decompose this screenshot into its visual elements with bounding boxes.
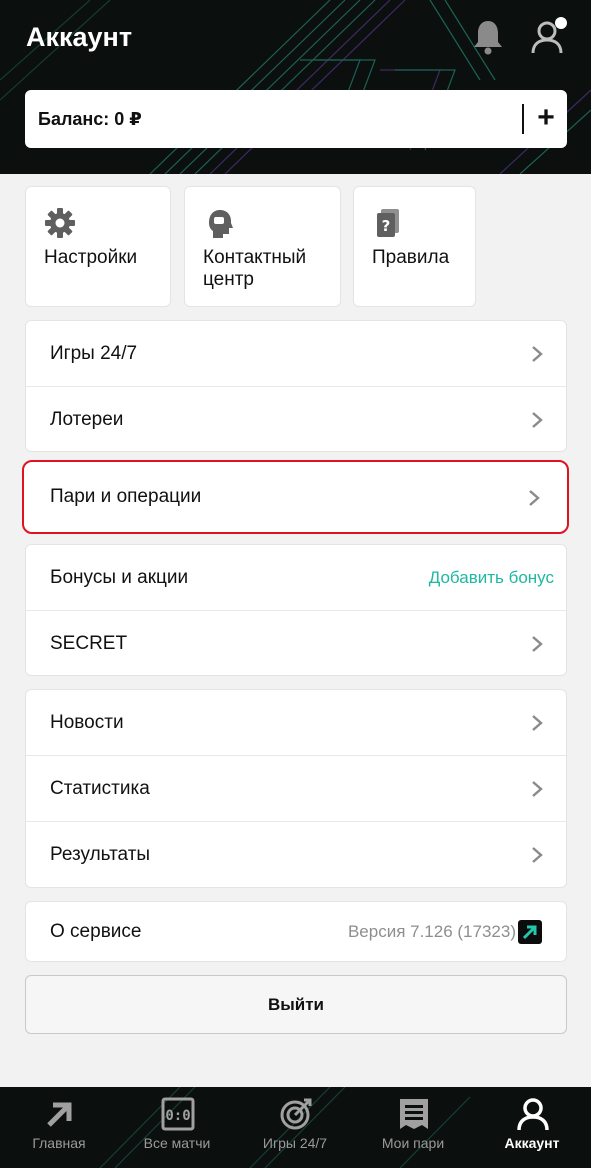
nav-label: Аккаунт xyxy=(504,1135,560,1151)
rules-document-icon: ? xyxy=(372,207,404,239)
about-service-row[interactable]: О сервисе Версия 7.126 (17323) xyxy=(25,901,567,962)
version-text: Версия 7.126 (17323) xyxy=(347,922,516,941)
menu-item-label: SECRET xyxy=(50,633,128,654)
chevron-right-icon xyxy=(532,781,543,797)
target-icon xyxy=(279,1097,313,1131)
chevron-right-icon xyxy=(532,346,543,362)
menu-item-label: Статистика xyxy=(50,778,150,799)
nav-label: Все матчи xyxy=(143,1135,211,1151)
chevron-right-icon xyxy=(532,847,543,863)
menu-item-lotteries[interactable]: Лотереи xyxy=(26,387,566,451)
nav-games-24-7[interactable]: Игры 24/7 xyxy=(236,1087,354,1168)
add-funds-button[interactable]: + xyxy=(530,100,562,136)
scoreboard-icon: 0:0 xyxy=(161,1097,195,1131)
tile-contact-center[interactable]: Контактный центр xyxy=(184,186,341,307)
receipt-icon xyxy=(397,1097,431,1131)
bell-icon[interactable] xyxy=(470,18,506,56)
nav-all-matches[interactable]: 0:0 Все матчи xyxy=(118,1087,236,1168)
balance-label: Баланс: 0 ₽ xyxy=(38,109,142,129)
about-label: О сервисе xyxy=(50,921,142,942)
menu-item-statistics[interactable]: Статистика xyxy=(26,756,566,822)
menu-item-bonuses[interactable]: Бонусы и акции Добавить бонус xyxy=(26,545,566,611)
logo-arrow-icon xyxy=(43,1097,77,1131)
page-title: Аккаунт xyxy=(26,22,133,52)
app-logo-icon xyxy=(518,920,542,944)
tile-settings[interactable]: Настройки xyxy=(25,186,171,307)
chevron-right-icon xyxy=(532,715,543,731)
menu-item-label: Пари и операции xyxy=(50,486,202,507)
chat-head-icon xyxy=(203,207,235,239)
menu-item-label: Результаты xyxy=(50,844,151,865)
nav-account[interactable]: Аккаунт xyxy=(473,1087,591,1168)
logout-button[interactable]: Выйти xyxy=(25,975,567,1034)
tile-label: Правила xyxy=(372,247,450,268)
chevron-right-icon xyxy=(532,412,543,428)
svg-text:?: ? xyxy=(382,217,391,235)
nav-label: Игры 24/7 xyxy=(262,1135,328,1151)
user-icon xyxy=(516,1097,550,1131)
menu-item-news[interactable]: Новости xyxy=(26,690,566,756)
nav-home[interactable]: Главная xyxy=(0,1087,118,1168)
svg-text:0:0: 0:0 xyxy=(165,1108,190,1124)
tile-label: Контактный центр xyxy=(203,247,307,290)
menu-group-info: Новости Статистика Результаты xyxy=(25,689,567,888)
menu-item-label: Игры 24/7 xyxy=(50,343,138,364)
nav-my-bets[interactable]: Мои пари xyxy=(354,1087,472,1168)
bottom-nav: Главная 0:0 Все матчи Игры 24/7 Мои пари… xyxy=(0,1087,591,1168)
balance-bar[interactable]: Баланс: 0 ₽ + xyxy=(25,90,567,148)
menu-item-secret[interactable]: SECRET xyxy=(26,611,566,675)
menu-item-results[interactable]: Результаты xyxy=(26,822,566,887)
chevron-right-icon xyxy=(529,490,540,506)
menu-item-label: Лотереи xyxy=(50,409,124,430)
account-header: Аккаунт Баланс: 0 ₽ + xyxy=(0,0,591,174)
menu-group-bonuses: Бонусы и акции Добавить бонус SECRET xyxy=(25,544,567,676)
tile-rules[interactable]: ? Правила xyxy=(353,186,476,307)
menu-group-games: Игры 24/7 Лотереи xyxy=(25,320,567,452)
balance-divider xyxy=(522,104,524,134)
add-bonus-link[interactable]: Добавить бонус xyxy=(429,545,554,611)
menu-item-games-24-7[interactable]: Игры 24/7 xyxy=(26,321,566,387)
nav-label: Мои пари xyxy=(381,1135,445,1151)
gear-icon xyxy=(44,207,76,239)
tile-label: Настройки xyxy=(44,247,138,268)
menu-item-label: Бонусы и акции xyxy=(50,567,189,588)
menu-item-label: Новости xyxy=(50,712,124,733)
profile-notification-icon[interactable] xyxy=(528,14,572,58)
chevron-right-icon xyxy=(532,636,543,652)
nav-label: Главная xyxy=(32,1135,86,1151)
menu-item-bets-and-operations[interactable]: Пари и операции xyxy=(22,460,569,534)
